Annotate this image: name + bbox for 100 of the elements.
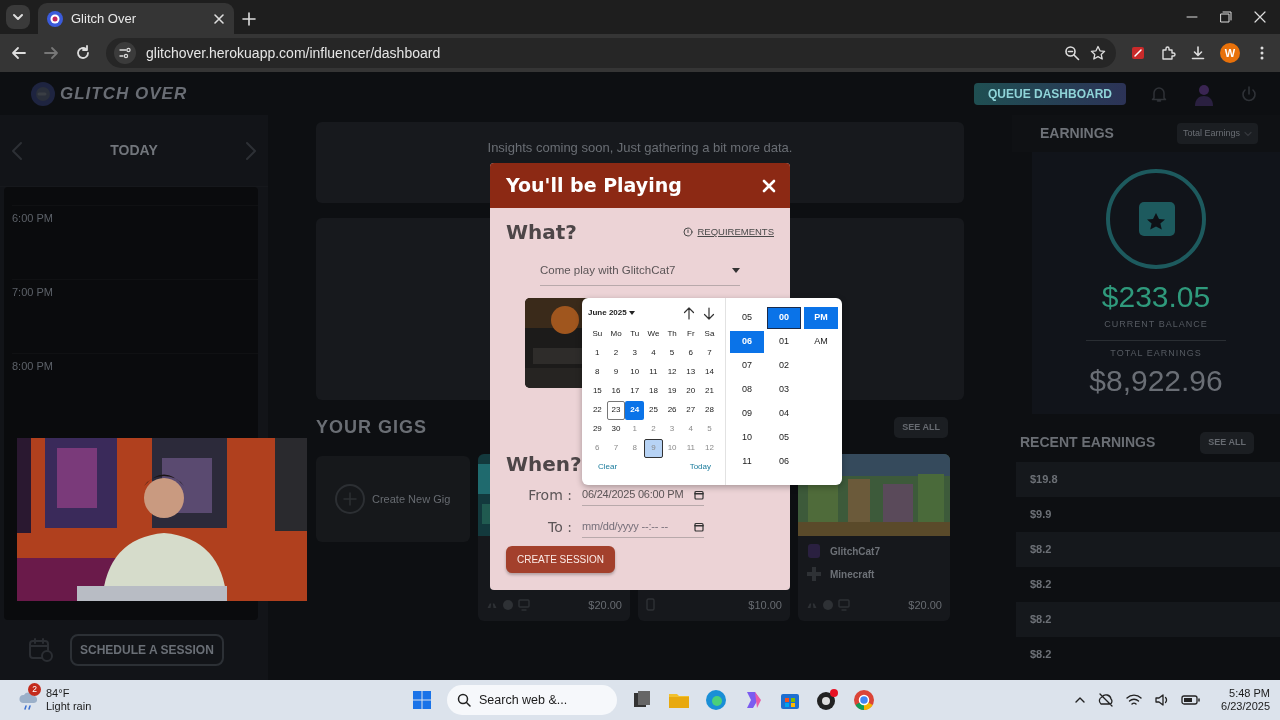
- download-icon[interactable]: [1190, 45, 1206, 61]
- time-label: 7:00 PM: [12, 286, 53, 298]
- calendar-day[interactable]: 26: [662, 401, 682, 420]
- calendar-day[interactable]: 24: [625, 401, 645, 420]
- address-bar[interactable]: glitchover.herokuapp.com/influencer/dashboard: [106, 38, 1116, 68]
- browser-icon[interactable]: [704, 688, 728, 712]
- calendar-day[interactable]: 5: [662, 344, 682, 363]
- calendar-day[interactable]: 10: [662, 439, 682, 458]
- minute-option[interactable]: 02: [767, 355, 801, 377]
- minute-option[interactable]: 04: [767, 403, 801, 425]
- extension-icon[interactable]: [1130, 45, 1146, 61]
- calendar-day[interactable]: 28: [700, 401, 719, 420]
- site-info-icon[interactable]: [114, 42, 136, 64]
- calendar-day[interactable]: 22: [588, 401, 607, 420]
- meridiem-option[interactable]: PM: [804, 307, 838, 329]
- new-tab-icon[interactable]: [242, 12, 256, 26]
- calendar-day[interactable]: 29: [588, 420, 607, 439]
- calendar-day[interactable]: 17: [625, 382, 645, 401]
- calendar-day[interactable]: 9: [606, 363, 626, 382]
- minute-option[interactable]: 00: [767, 307, 801, 329]
- arrow-up-icon[interactable]: [683, 306, 695, 320]
- calendar-day[interactable]: 14: [700, 363, 719, 382]
- calendar-icon: [694, 489, 704, 500]
- session-select[interactable]: Come play with GlitchCat7: [540, 256, 740, 286]
- calendar-day[interactable]: 21: [700, 382, 719, 401]
- minute-option[interactable]: 01: [767, 331, 801, 353]
- meridiem-option[interactable]: AM: [804, 331, 838, 353]
- calendar-day[interactable]: 5: [700, 420, 719, 439]
- calendar-day[interactable]: 7: [700, 344, 719, 363]
- clear-button[interactable]: Clear: [598, 460, 618, 473]
- earning-amount: $9.9: [1030, 506, 1052, 522]
- month-dropdown[interactable]: June 2025: [588, 307, 635, 319]
- minute-option[interactable]: 05: [767, 427, 801, 449]
- create-session-button[interactable]: CREATE SESSION: [506, 546, 616, 573]
- calendar-day[interactable]: 11: [644, 363, 663, 382]
- calendar-day[interactable]: 4: [644, 344, 663, 363]
- calendar-day[interactable]: 10: [625, 363, 645, 382]
- calendar-day[interactable]: 6: [588, 439, 607, 458]
- weekday-label: Su: [591, 328, 604, 341]
- calendar-day[interactable]: 12: [662, 363, 682, 382]
- star-icon[interactable]: [1090, 45, 1106, 61]
- calendar-day[interactable]: 7: [606, 439, 626, 458]
- user-avatar-icon: [806, 542, 822, 560]
- puzzle-icon[interactable]: [1160, 45, 1176, 61]
- queue-dashboard-button[interactable]: QUEUE DASHBOARD: [974, 82, 1126, 105]
- calendar-day[interactable]: 1: [625, 420, 645, 439]
- earning-amount: $8.2: [1030, 611, 1052, 627]
- schedule-session-button[interactable]: SCHEDULE A SESSION: [70, 634, 224, 666]
- today-button[interactable]: Today: [689, 460, 711, 473]
- calendar-day[interactable]: 20: [681, 382, 701, 401]
- close-icon[interactable]: [213, 12, 225, 25]
- hour-option[interactable]: 06: [730, 331, 764, 353]
- section-heading: When?: [506, 454, 582, 474]
- hour-option[interactable]: 07: [730, 355, 764, 377]
- maximize-icon[interactable]: [1220, 11, 1232, 23]
- zoom-icon[interactable]: [1064, 45, 1080, 61]
- recorder-icon[interactable]: [815, 688, 839, 712]
- hour-option[interactable]: 10: [730, 427, 764, 449]
- earning-amount: $8.2: [1030, 541, 1052, 557]
- dialog-title: You'll be Playing: [506, 173, 682, 199]
- calendar-day[interactable]: 27: [681, 401, 701, 420]
- tab-search-button[interactable]: [6, 5, 30, 29]
- hour-option[interactable]: 11: [730, 451, 764, 473]
- calendar-day[interactable]: 19: [662, 382, 682, 401]
- back-icon[interactable]: [10, 44, 28, 62]
- to-datetime-field[interactable]: mm/dd/yyyy --:-- --: [582, 516, 704, 538]
- calendar-day[interactable]: 16: [606, 382, 626, 401]
- calendar-day[interactable]: 2: [644, 420, 663, 439]
- calendar-day[interactable]: 18: [644, 382, 663, 401]
- calendar-day[interactable]: 15: [588, 382, 607, 401]
- hour-option[interactable]: 05: [730, 307, 764, 329]
- calendar-day[interactable]: 25: [644, 401, 663, 420]
- calendar-day[interactable]: 12: [700, 439, 719, 458]
- calendar-day[interactable]: 11: [681, 439, 701, 458]
- chrome-icon[interactable]: [852, 688, 876, 712]
- calendar-day[interactable]: 3: [662, 420, 682, 439]
- calendar-day[interactable]: 1: [588, 344, 607, 363]
- calendar-day[interactable]: 30: [606, 420, 626, 439]
- start-icon[interactable]: [410, 688, 434, 712]
- browser-tab[interactable]: Glitch Over: [38, 3, 234, 34]
- calendar-day[interactable]: 4: [681, 420, 701, 439]
- hour-option[interactable]: 09: [730, 403, 764, 425]
- minute-option[interactable]: 03: [767, 379, 801, 401]
- requirements-link[interactable]: REQUIREMENTS: [683, 224, 774, 240]
- close-icon[interactable]: [1254, 11, 1266, 23]
- plus-circle-icon: [334, 483, 366, 515]
- calendar-day[interactable]: 6: [681, 344, 701, 363]
- hour-option[interactable]: 08: [730, 379, 764, 401]
- weather-condition: Light rain: [46, 700, 92, 713]
- calendar-day[interactable]: 3: [625, 344, 645, 363]
- calendar-day[interactable]: 2: [606, 344, 626, 363]
- calendar-day[interactable]: 13: [681, 363, 701, 382]
- gig-card[interactable]: GlitchCat7 Minecraft $20.00: [798, 454, 950, 621]
- search-field[interactable]: Search web &...: [447, 685, 617, 715]
- calendar-day[interactable]: 8: [625, 439, 645, 458]
- reload-icon[interactable]: [74, 44, 92, 62]
- total-earnings: $8,922.96: [1089, 366, 1223, 396]
- minute-option[interactable]: 06: [767, 451, 801, 473]
- arrow-down-icon[interactable]: [703, 306, 715, 320]
- calendar-day[interactable]: 8: [588, 363, 607, 382]
